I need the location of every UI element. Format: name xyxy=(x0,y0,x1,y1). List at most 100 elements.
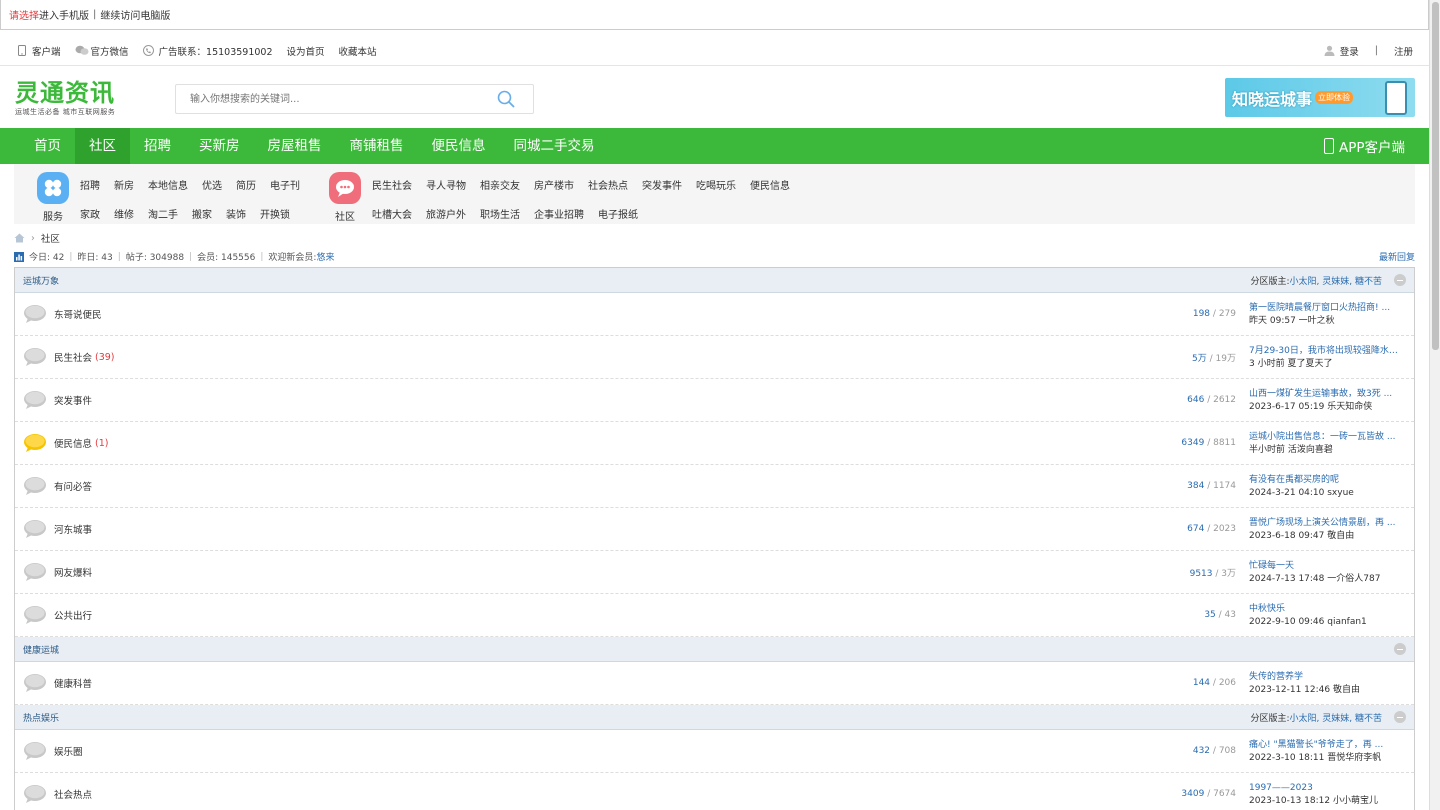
nav-secondhand[interactable]: 同城二手交易 xyxy=(500,128,609,164)
forum-name-link[interactable]: 公共出行 xyxy=(54,608,92,622)
site-logo[interactable]: 灵通资讯 运城生活必备 城市互联网服务 xyxy=(15,80,115,117)
last-post-title[interactable]: 失传的营养学 xyxy=(1249,671,1399,684)
post-count: 3万 xyxy=(1221,568,1236,579)
app-client-link[interactable]: APP客户端 xyxy=(1323,136,1405,156)
community-link-rants[interactable]: 吐槽大会 xyxy=(372,206,426,221)
enter-mobile-link[interactable]: 进入手机版 xyxy=(39,7,89,22)
service-link-resume[interactable]: 简历 xyxy=(236,177,270,192)
wechat-label: 官方微信 xyxy=(90,46,129,58)
forum-name-link[interactable]: 有问必答 xyxy=(54,479,92,493)
community-link-workplace[interactable]: 职场生活 xyxy=(480,206,534,221)
service-link-locksmith[interactable]: 开换锁 xyxy=(260,206,304,221)
community-link-food-fun[interactable]: 吃喝玩乐 xyxy=(696,177,750,192)
last-post-title[interactable]: 第一医院晴晨餐厅窗口火热招商! ... xyxy=(1249,302,1399,315)
latest-reply-link[interactable]: 最新回复 xyxy=(1379,250,1415,263)
set-homepage-link[interactable]: 设为首页 xyxy=(287,44,325,58)
last-post: 中秋快乐 2022-9-10 09:46 qianfan1 xyxy=(1249,603,1399,629)
register-link[interactable]: 注册 xyxy=(1394,44,1413,58)
service-link-jobs[interactable]: 招聘 xyxy=(80,177,114,192)
nav-new-homes[interactable]: 买新房 xyxy=(185,128,254,164)
section-title[interactable]: 热点娱乐 xyxy=(23,711,59,724)
desktop-link[interactable]: 继续访问电脑版 xyxy=(100,7,170,22)
last-post-title[interactable]: 中秋快乐 xyxy=(1249,603,1399,616)
service-link-decoration[interactable]: 装饰 xyxy=(226,206,260,221)
collapse-icon[interactable] xyxy=(1394,274,1406,286)
last-post-title[interactable]: 7月29-30日，我市将出现较强降水 ... xyxy=(1249,345,1399,358)
collapse-icon[interactable] xyxy=(1394,711,1406,723)
nav-convenience[interactable]: 便民信息 xyxy=(418,128,500,164)
forum-name-link[interactable]: 社会热点 xyxy=(54,787,92,801)
moderators-list[interactable]: 小太阳, 灵妹妹, 糖不苦 xyxy=(1290,711,1382,724)
community-link-hot-topics[interactable]: 社会热点 xyxy=(588,177,642,192)
last-post-title[interactable]: 有没有在禹都买房的呢 xyxy=(1249,474,1399,487)
forum-name-link[interactable]: 网友爆料 xyxy=(54,565,92,579)
forum-status-icon xyxy=(23,562,47,582)
last-post-meta: 2022-3-10 18:11 晋悦华府李帆 xyxy=(1249,753,1382,763)
forum-name-link[interactable]: 突发事件 xyxy=(54,393,92,407)
service-link-repair[interactable]: 维修 xyxy=(114,206,148,221)
service-category[interactable]: 服务 xyxy=(36,172,70,223)
wechat-link[interactable]: 官方微信 xyxy=(75,44,129,58)
section-title[interactable]: 运城万象 xyxy=(23,274,59,287)
breadcrumb-current[interactable]: 社区 xyxy=(41,231,60,245)
favorite-link[interactable]: 收藏本站 xyxy=(339,44,377,58)
forum-name-link[interactable]: 健康科普 xyxy=(54,676,92,690)
nav-community[interactable]: 社区 xyxy=(75,128,130,164)
login-link[interactable]: 登录 xyxy=(1324,44,1359,58)
stat-today: 今日: 42 xyxy=(29,253,65,263)
post-count: 279 xyxy=(1218,309,1236,319)
forum-name-link[interactable]: 便民信息 xyxy=(54,436,92,450)
forum-name-link[interactable]: 娱乐圈 xyxy=(54,744,83,758)
app-promo-banner[interactable]: 知晓运城事 立即体验 xyxy=(1225,78,1415,117)
client-link[interactable]: 客户端 xyxy=(16,44,61,58)
service-link-housekeeping[interactable]: 家政 xyxy=(80,206,114,221)
scrollbar[interactable] xyxy=(1429,0,1440,810)
scrollbar-thumb[interactable] xyxy=(1432,2,1439,350)
forum-name-link[interactable]: 东哥说便民 xyxy=(54,307,102,321)
service-label: 服务 xyxy=(43,212,63,223)
community-link-enterprise-jobs[interactable]: 企事业招聘 xyxy=(534,206,598,221)
last-post-title[interactable]: 痛心! "黑猫警长"爷爷走了，再 ... xyxy=(1249,739,1399,752)
section-title[interactable]: 健康运城 xyxy=(23,643,59,656)
home-icon[interactable] xyxy=(14,233,25,243)
moderators-list[interactable]: 小太阳, 灵妹妹, 糖不苦 xyxy=(1290,274,1382,287)
search-input[interactable] xyxy=(176,86,476,112)
community-link-convenience[interactable]: 便民信息 xyxy=(750,177,804,192)
service-link-moving[interactable]: 搬家 xyxy=(192,206,226,221)
last-post-title[interactable]: 晋悦广场现场上演关公情景剧，再 ... xyxy=(1249,517,1399,530)
community-link-lost-found[interactable]: 寻人寻物 xyxy=(426,177,480,192)
mobile-phone-icon xyxy=(16,44,28,57)
community-links: 民生社会 寻人寻物 相亲交友 房产楼市 社会热点 突发事件 吃喝玩乐 便民信息 … xyxy=(372,175,804,223)
search-icon[interactable] xyxy=(497,90,515,108)
last-post-title[interactable]: 山西一煤矿发生运输事故，致3死 ... xyxy=(1249,388,1399,401)
new-member-link[interactable]: 悠来 xyxy=(316,250,334,263)
last-post-title[interactable]: 运城小院出售信息：一砖一瓦皆故 ... xyxy=(1249,431,1399,444)
service-link-local-info[interactable]: 本地信息 xyxy=(148,177,202,192)
forum-row: 突发事件 646 / 2612 山西一煤矿发生运输事故，致3死 ... 2023-6-… xyxy=(15,379,1414,422)
collapse-icon[interactable] xyxy=(1394,643,1406,655)
community-category[interactable]: 社区 xyxy=(328,172,362,223)
ad-contact: 广告联系：15103591002 xyxy=(143,44,273,58)
nav-shop-rent[interactable]: 商铺租售 xyxy=(336,128,418,164)
community-link-travel[interactable]: 旅游户外 xyxy=(426,206,480,221)
forum-name-link[interactable]: 河东城事 xyxy=(54,522,92,536)
thread-count: 432 xyxy=(1192,746,1211,756)
service-link-selected[interactable]: 优选 xyxy=(202,177,236,192)
nav-jobs[interactable]: 招聘 xyxy=(130,128,185,164)
community-link-real-estate[interactable]: 房产楼市 xyxy=(534,177,588,192)
nav-house-rent[interactable]: 房屋租售 xyxy=(254,128,336,164)
last-post: 第一医院晴晨餐厅窗口火热招商! ... 昨天 09:57 一叶之秋 xyxy=(1249,302,1399,328)
grid-icon xyxy=(37,172,69,204)
forum-counts: 674 / 2023 xyxy=(1187,524,1236,534)
community-link-dating[interactable]: 相亲交友 xyxy=(480,177,534,192)
service-link-secondhand[interactable]: 淘二手 xyxy=(148,206,192,221)
community-link-livelihood[interactable]: 民生社会 xyxy=(372,177,426,192)
service-link-e-magazine[interactable]: 电子刊 xyxy=(270,177,314,192)
forum-name-link[interactable]: 民生社会 xyxy=(54,350,92,364)
last-post-title[interactable]: 忙碌每一天 xyxy=(1249,560,1399,573)
service-link-new-homes[interactable]: 新房 xyxy=(114,177,148,192)
community-link-emergencies[interactable]: 突发事件 xyxy=(642,177,696,192)
community-link-e-newspaper[interactable]: 电子报纸 xyxy=(598,206,652,221)
nav-home[interactable]: 首页 xyxy=(20,128,75,164)
last-post-title[interactable]: 1997——2023 xyxy=(1249,782,1399,795)
